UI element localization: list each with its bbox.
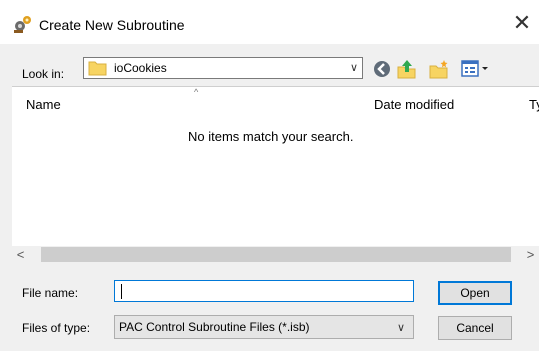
chevron-down-icon: ∨ [349,62,358,74]
horizontal-scrollbar[interactable]: < > [12,246,539,263]
cancel-button[interactable]: Cancel [438,316,512,340]
scroll-left-arrow-icon[interactable]: < [12,246,29,263]
column-header-date-modified[interactable]: Date modified [374,97,454,112]
scrollbar-thumb[interactable] [41,247,511,262]
text-caret [121,284,122,299]
look-in-dropdown[interactable]: ioCookies ∨ [83,57,363,79]
file-name-label: File name: [22,286,79,300]
back-arrow-icon [374,61,390,77]
folder-icon [88,61,107,76]
back-button[interactable] [371,58,393,80]
window-title: Create New Subroutine [39,17,185,33]
file-name-input[interactable] [114,280,414,302]
scroll-right-arrow-icon[interactable]: > [522,246,539,263]
up-one-level-button[interactable] [396,58,418,80]
column-header-name[interactable]: Name [26,97,61,112]
sort-indicator-icon: ^ [194,87,199,97]
view-menu-button[interactable] [460,58,498,80]
close-button[interactable]: ✕ [505,8,539,38]
empty-list-message: No items match your search. [188,129,354,144]
open-button[interactable]: Open [438,281,512,305]
up-folder-icon [397,60,416,79]
chevron-down-icon: ∨ [396,322,405,334]
file-type-label: Files of type: [22,321,91,335]
new-folder-button[interactable] [428,58,450,80]
look-in-value: ioCookies [114,61,167,75]
view-menu-icon [461,60,488,77]
column-header-type[interactable]: Ty [529,97,539,112]
gear-cogs-icon [14,16,31,33]
file-type-dropdown[interactable]: PAC Control Subroutine Files (*.isb) ∨ [114,315,414,339]
file-type-value: PAC Control Subroutine Files (*.isb) [119,320,310,334]
look-in-label: Look in: [22,67,65,81]
close-icon: ✕ [512,10,532,35]
new-folder-icon [429,60,448,79]
title-bar: Create New Subroutine ✕ [0,0,539,44]
file-list[interactable]: Name ^ Date modified Ty No items match y… [12,86,539,247]
